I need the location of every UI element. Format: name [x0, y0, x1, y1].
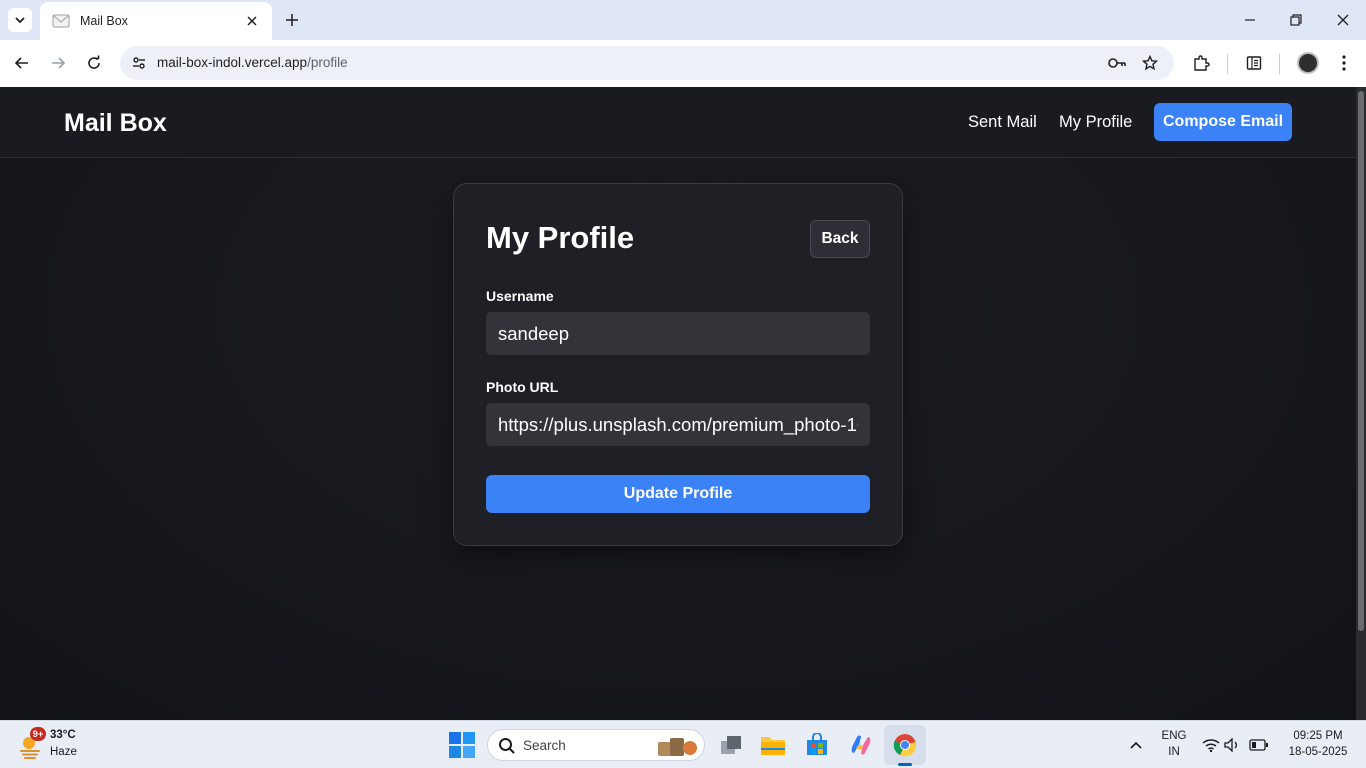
taskbar-search-box[interactable]: Search [487, 729, 705, 761]
browser-menu-button[interactable] [1333, 52, 1355, 74]
nav-link-my-profile[interactable]: My Profile [1059, 113, 1132, 132]
restore-icon [1290, 14, 1302, 26]
forward-arrow-icon [52, 57, 66, 69]
window-close-button[interactable] [1333, 10, 1353, 30]
clock-date[interactable]: 18-05-2025 [1280, 746, 1356, 758]
file-explorer-button[interactable] [757, 729, 789, 761]
brand-logo[interactable]: Mail Box [64, 109, 167, 138]
update-profile-button[interactable]: Update Profile [486, 475, 870, 513]
copilot-icon [851, 735, 871, 755]
tab-list-button[interactable] [8, 8, 32, 32]
address-bar[interactable]: mail-box-indol.vercel.app/profile [120, 46, 1174, 80]
site-info-button[interactable] [128, 52, 150, 74]
windows-start-icon[interactable] [448, 731, 476, 759]
new-tab-button[interactable] [282, 10, 302, 30]
page-content: Mail Box Sent Mail My Profile Compose Em… [0, 87, 1356, 720]
language-code[interactable]: ENG [1158, 730, 1190, 742]
battery-icon [1249, 739, 1268, 751]
photo-url-label: Photo URL [486, 379, 559, 395]
tab-close-button[interactable] [244, 13, 260, 29]
extensions-button[interactable] [1190, 52, 1212, 74]
search-placeholder: Search [523, 738, 566, 753]
url-path: /profile [307, 55, 348, 70]
wifi-status[interactable] [1201, 735, 1221, 755]
toolbar-separator [1227, 54, 1228, 74]
search-highlight-icon [658, 738, 697, 756]
reload-icon [88, 55, 100, 69]
chrome-icon [893, 734, 916, 757]
restore-button[interactable] [1286, 10, 1306, 30]
task-view-button[interactable] [715, 729, 747, 761]
compose-email-button[interactable]: Compose Email [1154, 103, 1292, 141]
back-arrow-icon [14, 57, 28, 69]
reload-button[interactable] [83, 52, 105, 74]
mail-favicon-icon [52, 14, 70, 28]
url-text: mail-box-indol.vercel.app/profile [157, 55, 348, 70]
wifi-icon [1202, 739, 1220, 752]
battery-status[interactable] [1249, 735, 1269, 755]
nav-link-sent-mail[interactable]: Sent Mail [968, 113, 1037, 132]
reading-list-icon [1246, 56, 1262, 70]
chrome-taskbar-button[interactable] [889, 729, 921, 761]
task-view-icon [721, 736, 741, 754]
tab-list-icon [15, 17, 25, 24]
active-app-indicator [898, 763, 912, 766]
password-button[interactable] [1106, 52, 1128, 74]
back-button[interactable]: Back [810, 220, 870, 258]
scrollbar-thumb[interactable] [1358, 91, 1364, 631]
windows-taskbar: 9+ 33°C Haze Search ENG IN 09:25 PM 18-0… [0, 720, 1366, 768]
language-region[interactable]: IN [1158, 746, 1190, 758]
close-icon [247, 16, 257, 26]
bookmark-button[interactable] [1139, 52, 1161, 74]
kebab-menu-icon [1342, 55, 1346, 71]
plus-icon [286, 14, 298, 26]
microsoft-store-button[interactable] [801, 729, 833, 761]
back-nav-button[interactable] [11, 52, 33, 74]
url-host: mail-box-indol.vercel.app [157, 55, 308, 70]
profile-card: My Profile Back Username Photo URL Updat… [453, 183, 903, 546]
clock-time[interactable]: 09:25 PM [1280, 730, 1356, 742]
site-info-icon [133, 57, 145, 69]
weather-notification-badge: 9+ [30, 727, 46, 741]
reading-list-button[interactable] [1243, 52, 1265, 74]
username-label: Username [486, 288, 554, 304]
page-scrollbar[interactable] [1356, 87, 1366, 720]
password-key-icon [1108, 58, 1126, 68]
show-hidden-icons-button[interactable] [1126, 735, 1146, 755]
browser-tab[interactable]: Mail Box [40, 2, 272, 40]
search-icon [499, 738, 515, 754]
copilot-button[interactable] [845, 729, 877, 761]
username-field[interactable] [486, 312, 870, 355]
photo-url-field[interactable] [486, 403, 870, 446]
page-title: My Profile [486, 220, 635, 255]
star-icon [1142, 55, 1158, 71]
toolbar-separator [1279, 54, 1280, 74]
browser-tab-bar: Mail Box [0, 0, 1366, 40]
forward-nav-button[interactable] [47, 52, 69, 74]
browser-toolbar: mail-box-indol.vercel.app/profile [0, 40, 1366, 87]
profile-avatar-icon[interactable] [1297, 52, 1319, 74]
microsoft-store-icon [807, 733, 827, 755]
app-navbar: Mail Box Sent Mail My Profile Compose Em… [0, 87, 1356, 158]
weather-description[interactable]: Haze [50, 746, 77, 758]
minimize-button[interactable] [1240, 10, 1260, 30]
window-close-icon [1337, 14, 1349, 26]
volume-icon [1224, 738, 1237, 752]
file-explorer-icon [761, 737, 785, 755]
volume-status[interactable] [1223, 735, 1243, 755]
chevron-up-icon [1130, 741, 1142, 749]
minimize-icon [1245, 19, 1255, 21]
tab-title: Mail Box [80, 14, 128, 28]
extensions-icon [1194, 55, 1210, 71]
weather-temperature[interactable]: 33°C [50, 729, 76, 741]
